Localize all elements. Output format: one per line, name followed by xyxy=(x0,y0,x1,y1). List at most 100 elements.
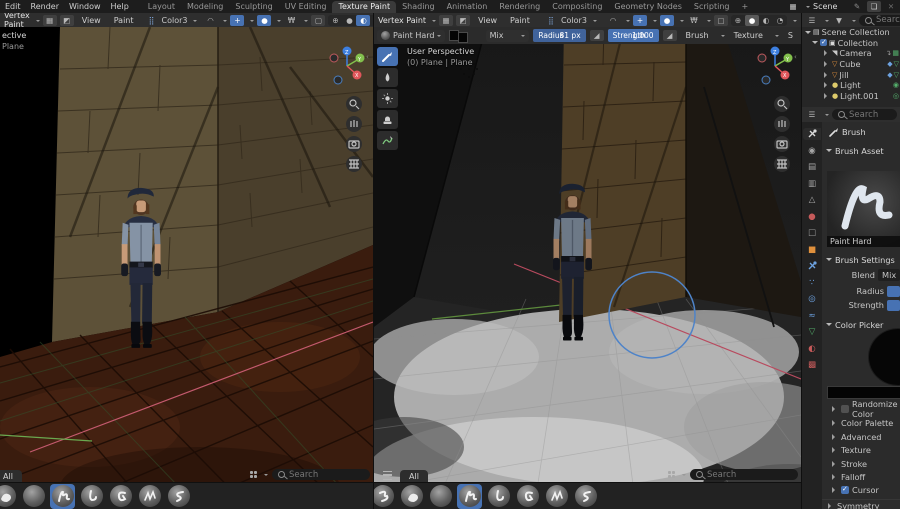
shading-material-icon[interactable]: ◐ xyxy=(356,14,371,26)
expand-icon[interactable] xyxy=(824,82,830,89)
paint-menu[interactable]: Paint xyxy=(109,16,139,25)
expand-icon[interactable] xyxy=(824,71,830,78)
collection-checkbox[interactable] xyxy=(820,38,827,47)
tool-smear[interactable] xyxy=(377,89,398,108)
snap-icon[interactable]: ₩ xyxy=(687,15,701,26)
close-scene-icon[interactable]: ✕ xyxy=(884,1,898,12)
menu-help[interactable]: Help xyxy=(106,2,134,11)
texture-menu[interactable]: Texture xyxy=(729,31,768,40)
outliner-row-light-001[interactable]: ● Light.001 ◎ xyxy=(802,91,900,102)
panel-stroke[interactable]: Stroke xyxy=(830,458,867,470)
vertex-mask-icon[interactable]: ◩ xyxy=(59,14,74,26)
shading-wireframe-icon[interactable]: ⊕ xyxy=(328,15,342,26)
right-3d-scene[interactable]: ZYX ‹ xyxy=(374,27,801,509)
display-size-icon[interactable] xyxy=(668,471,675,478)
menu-render[interactable]: Render xyxy=(26,2,64,11)
brush-thumbnail[interactable] xyxy=(515,484,540,509)
radius-slider-stub[interactable] xyxy=(887,285,900,297)
tab-tool[interactable] xyxy=(803,128,821,140)
mode-selector[interactable]: Vertex Paint xyxy=(378,16,426,25)
expand-icon[interactable] xyxy=(824,61,830,68)
new-scene-icon[interactable]: ❏ xyxy=(867,1,881,12)
paint-mask-icon[interactable]: ▦ xyxy=(439,14,454,26)
tool-clone[interactable] xyxy=(377,110,398,129)
tab-geometry-nodes[interactable]: Geometry Nodes xyxy=(608,1,687,13)
tab-scripting[interactable]: Scripting xyxy=(688,1,736,13)
tab-animation[interactable]: Animation xyxy=(441,1,494,13)
secondary-color-swatch[interactable] xyxy=(458,32,468,43)
panel-advanced[interactable]: Advanced xyxy=(830,431,881,443)
viewport-left[interactable]: Vertex Paint ▦ ◩ View Paint ⣿ Color3 ◠ +… xyxy=(0,13,373,509)
brush-thumbnail[interactable] xyxy=(399,484,424,509)
tab-output[interactable]: ▤ xyxy=(803,161,821,173)
tab-particles[interactable]: ∵ xyxy=(803,277,821,289)
brush-thumbnail[interactable] xyxy=(544,484,569,509)
tab-shading[interactable]: Shading xyxy=(396,1,441,13)
brush-thumbnail-selected[interactable] xyxy=(457,483,482,509)
brush-thumbnail[interactable] xyxy=(21,484,46,509)
panel-color-palette[interactable]: Color Palette xyxy=(830,417,893,429)
overlay-icon[interactable]: ▢ xyxy=(311,14,326,26)
tool-annotate[interactable] xyxy=(377,131,398,150)
tab-compositing[interactable]: Compositing xyxy=(546,1,608,13)
outliner-search[interactable]: Search xyxy=(859,14,900,26)
viewport-right[interactable]: Vertex Paint ▦ ◩ View Paint ⣿ Color3 ◠ +… xyxy=(374,13,801,509)
randomize-color-checkbox[interactable] xyxy=(841,405,849,413)
brush-thumbnail[interactable] xyxy=(79,484,104,509)
brush-preview[interactable]: Paint Hard xyxy=(827,171,900,247)
blend-dropdown[interactable]: Mix xyxy=(878,269,900,281)
tab-texture[interactable]: ▩ xyxy=(803,359,821,371)
panel-color-picker[interactable]: Color Picker xyxy=(826,318,883,331)
brush-thumbnail[interactable] xyxy=(428,484,453,509)
vertex-mask-icon[interactable]: ◩ xyxy=(456,14,471,26)
shading-rendered-icon[interactable]: ◔ xyxy=(370,15,373,26)
strength-pressure-icon[interactable]: ◢ xyxy=(662,30,677,41)
menu-window[interactable]: Window xyxy=(64,2,106,11)
outliner-row-scene-collection[interactable]: ▤ Scene Collection xyxy=(802,27,900,38)
left-3d-scene[interactable]: ZYX ‹ xyxy=(0,27,373,509)
expand-icon[interactable] xyxy=(824,92,830,99)
paint-menu[interactable]: Paint xyxy=(505,16,535,25)
shading-solid-icon[interactable]: ● xyxy=(342,15,356,26)
symmetry-icon[interactable]: + xyxy=(230,14,245,26)
filter-icon[interactable]: ▼ xyxy=(832,15,846,26)
tab-material[interactable]: ◐ xyxy=(803,343,821,355)
tab-constraints[interactable]: ≈ xyxy=(803,310,821,322)
tab-scene[interactable]: △ xyxy=(803,194,821,206)
falloff-icon[interactable]: ◠ xyxy=(203,15,217,26)
shelf-menu-icon[interactable] xyxy=(380,470,394,481)
outliner-row-collection[interactable]: ▣ Collection xyxy=(802,38,900,49)
tab-render[interactable]: ◉ xyxy=(803,145,821,157)
falloff-icon[interactable]: ◠ xyxy=(606,15,620,26)
menu-edit[interactable]: Edit xyxy=(0,2,26,11)
scene-icon[interactable]: ▦ xyxy=(786,1,800,12)
display-size-icon[interactable] xyxy=(250,471,257,478)
properties-search[interactable]: Search xyxy=(832,109,897,120)
strength-slider-stub[interactable] xyxy=(887,299,900,311)
panel-cursor[interactable]: Cursor xyxy=(830,484,879,496)
scene-name[interactable]: Scene xyxy=(813,2,847,11)
brush-thumbnail[interactable] xyxy=(0,484,17,509)
panel-brush-asset[interactable]: Brush Asset xyxy=(822,144,900,157)
brush-thumbnail[interactable] xyxy=(486,484,511,509)
symmetry-icon[interactable]: + xyxy=(633,14,648,26)
shading-material-icon[interactable]: ◐ xyxy=(759,15,773,26)
pin-icon[interactable]: ✎ xyxy=(850,1,864,12)
snap-icon[interactable]: ₩ xyxy=(284,15,298,26)
proportional-edit-icon[interactable]: ● xyxy=(257,14,272,26)
expand-icon[interactable] xyxy=(805,30,811,37)
color-attribute-selector[interactable]: Color3 xyxy=(561,16,587,25)
tab-world[interactable]: ● xyxy=(803,211,821,223)
view-menu[interactable]: View xyxy=(77,16,106,25)
brush-selector[interactable]: Paint Hard xyxy=(377,29,446,42)
radius-slider[interactable]: Radius 81 px xyxy=(533,29,586,42)
shading-solid-icon[interactable]: ● xyxy=(745,14,760,26)
brush-thumbnail[interactable] xyxy=(137,484,162,509)
mode-selector[interactable]: Vertex Paint xyxy=(4,13,30,29)
cursor-checkbox[interactable] xyxy=(841,485,849,494)
editor-type-icon[interactable]: ☰ xyxy=(805,109,819,120)
tab-layout[interactable]: Layout xyxy=(142,1,181,13)
panel-texture[interactable]: Texture xyxy=(830,444,871,456)
tab-rendering[interactable]: Rendering xyxy=(493,1,546,13)
outliner-row-cube[interactable]: ▽ Cube ◆ ▽ xyxy=(802,59,900,70)
